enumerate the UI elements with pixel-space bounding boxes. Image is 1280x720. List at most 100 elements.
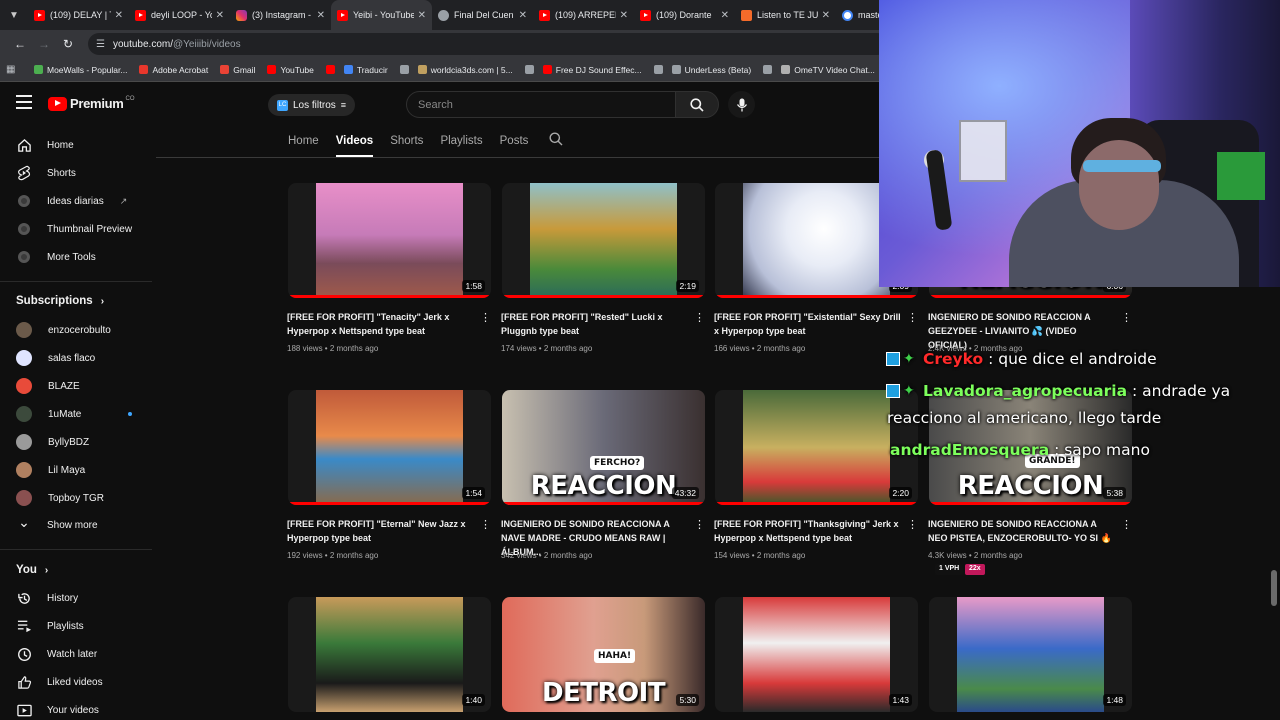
bookmark-item[interactable]: worldcia3ds.com | 5...	[417, 65, 513, 75]
search-input[interactable]: Search	[406, 91, 676, 118]
menu-icon[interactable]	[16, 95, 32, 111]
video-thumbnail[interactable]: 1:40	[288, 597, 491, 712]
bookmark-item[interactable]: UnderLess (Beta)	[671, 65, 751, 75]
back-icon[interactable]: ←	[8, 32, 32, 56]
close-tab-icon[interactable]: ✕	[115, 10, 123, 21]
tab-videos[interactable]: Videos	[335, 125, 373, 157]
video-thumbnail[interactable]: HAHA! DETROIT 5:30	[502, 597, 705, 712]
more-actions-icon[interactable]: ⋮	[480, 518, 491, 531]
subscription-item[interactable]: salas flaco	[0, 344, 156, 372]
show-more-button[interactable]: ⌄ Show more	[0, 511, 156, 539]
sidebar-item-watch-later[interactable]: Watch later	[0, 640, 156, 668]
youtube-premium-logo[interactable]: Premium CO	[48, 96, 135, 111]
subscription-item[interactable]: Topboy TGR	[0, 484, 156, 512]
browser-tab[interactable]: Final Del Cuen ✕	[432, 0, 533, 30]
forward-icon[interactable]: →	[32, 32, 56, 56]
more-actions-icon[interactable]: ⋮	[694, 518, 705, 531]
close-tab-icon[interactable]: ✕	[216, 10, 224, 21]
close-tab-icon[interactable]: ✕	[317, 10, 325, 21]
video-thumbnail[interactable]: 2:19	[502, 183, 705, 298]
sidebar-item-label: Playlists	[47, 620, 84, 632]
tab-search-icon[interactable]: ▼	[0, 0, 28, 30]
sidebar-item-your-videos[interactable]: Your videos	[0, 696, 156, 720]
browser-tab[interactable]: (109) Dorante ✕	[634, 0, 735, 30]
bookmark-item[interactable]	[653, 65, 667, 74]
sidebar-item-ideas-diarias[interactable]: Ideas diarias ↗	[0, 187, 156, 215]
sidebar-item-liked-videos[interactable]: Liked videos	[0, 668, 156, 696]
more-actions-icon[interactable]: ⋮	[1121, 518, 1132, 531]
search-button[interactable]	[675, 91, 719, 118]
voice-search-button[interactable]	[728, 91, 755, 118]
video-thumbnail[interactable]: 2:20	[715, 390, 918, 505]
you-heading-label: You	[16, 564, 37, 576]
more-actions-icon[interactable]: ⋮	[1121, 311, 1132, 324]
reload-icon[interactable]: ↻	[56, 32, 80, 56]
sidebar-item-more-tools[interactable]: More Tools	[0, 243, 156, 271]
tab-posts[interactable]: Posts	[500, 125, 529, 157]
video-thumbnail[interactable]: 1:48	[929, 597, 1132, 712]
close-tab-icon[interactable]: ✕	[721, 10, 729, 21]
scrollbar-thumb[interactable]	[1271, 570, 1277, 606]
site-info-icon[interactable]: ☰	[96, 39, 105, 50]
bookmark-item[interactable]: Free DJ Sound Effec...	[542, 65, 642, 75]
tab-playlists[interactable]: Playlists	[440, 125, 482, 157]
scrollbar-track[interactable]	[1270, 286, 1278, 720]
url-input[interactable]: ☰ youtube.com/@Yeiiibi/videos	[88, 33, 888, 55]
sidebar-item-home[interactable]: Home	[0, 131, 156, 159]
browser-tab[interactable]: (109) DELAY | T ✕	[28, 0, 129, 30]
subscription-item[interactable]: BLAZE	[0, 372, 156, 400]
close-tab-icon[interactable]: ✕	[822, 10, 830, 21]
subscription-label: Lil Maya	[48, 464, 86, 476]
sidebar-item-thumbnail-preview[interactable]: Thumbnail Preview	[0, 215, 156, 243]
bookmark-item[interactable]: Adobe Acrobat	[139, 65, 208, 75]
bookmark-item[interactable]: Gmail	[220, 65, 255, 75]
browser-tab-title: (109) Dorante	[656, 10, 712, 20]
sidebar-item-shorts[interactable]: Shorts	[0, 159, 156, 187]
browser-tab[interactable]: (109) ARREPEN ✕	[533, 0, 634, 30]
more-actions-icon[interactable]: ⋮	[907, 311, 918, 324]
video-title[interactable]: INGENIERO DE SONIDO REACCIONA A NEO PIST…	[928, 517, 1118, 545]
subscription-item[interactable]: ByllyBDZ	[0, 428, 156, 456]
bookmark-item[interactable]: Traducir	[343, 65, 388, 75]
filters-chip[interactable]: LC Los filtros ≡	[268, 94, 356, 116]
video-title[interactable]: [FREE FOR PROFIT] "Existential" Sexy Dri…	[714, 310, 904, 338]
more-actions-icon[interactable]: ⋮	[907, 518, 918, 531]
you-heading[interactable]: You ›	[16, 564, 48, 576]
bookmark-item[interactable]	[524, 65, 538, 74]
subscription-item[interactable]: enzocerobulto	[0, 316, 156, 344]
subscription-item[interactable]: Lil Maya	[0, 456, 156, 484]
browser-tab[interactable]: (3) Instagram - ✕	[230, 0, 331, 30]
video-title[interactable]: [FREE FOR PROFIT] "Eternal" New Jazz x H…	[287, 517, 477, 545]
video-thumbnail[interactable]: FERCHO? REACCION 43:32	[502, 390, 705, 505]
subscription-item[interactable]: 1uMate	[0, 400, 156, 428]
video-title[interactable]: [FREE FOR PROFIT] "Tenacity" Jerk x Hype…	[287, 310, 477, 338]
video-thumbnail[interactable]: 1:58	[288, 183, 491, 298]
video-title[interactable]: [FREE FOR PROFIT] "Rested" Lucki x Plugg…	[501, 310, 691, 338]
bookmark-item[interactable]: MoeWalls - Popular...	[34, 65, 127, 75]
sidebar-item-playlists[interactable]: Playlists	[0, 612, 156, 640]
browser-tab[interactable]: Yeibi - YouTube ✕	[331, 0, 432, 30]
video-title[interactable]: [FREE FOR PROFIT] "Thanksgiving" Jerk x …	[714, 517, 904, 545]
sidebar-item-history[interactable]: History	[0, 584, 156, 612]
bookmark-item[interactable]	[399, 65, 413, 74]
close-tab-icon[interactable]: ✕	[519, 10, 527, 21]
bookmark-item[interactable]	[763, 65, 776, 74]
watch-progress-bar	[288, 502, 491, 505]
channel-search-icon[interactable]	[549, 132, 563, 151]
browser-tab[interactable]: deyli LOOP - Yo ✕	[129, 0, 230, 30]
tab-shorts[interactable]: Shorts	[390, 125, 423, 157]
stats-badge: 1 VPH	[935, 564, 964, 575]
bookmark-item[interactable]: YouTube	[267, 65, 314, 75]
tab-home[interactable]: Home	[288, 125, 319, 157]
subscriptions-heading[interactable]: Subscriptions ›	[16, 295, 104, 307]
video-thumbnail[interactable]: 1:54	[288, 390, 491, 505]
bookmark-item[interactable]	[325, 65, 339, 74]
more-actions-icon[interactable]: ⋮	[480, 311, 491, 324]
close-tab-icon[interactable]: ✕	[418, 10, 426, 21]
more-actions-icon[interactable]: ⋮	[694, 311, 705, 324]
browser-tab[interactable]: Listen to TE JU ✕	[735, 0, 836, 30]
close-tab-icon[interactable]: ✕	[620, 10, 628, 21]
bookmark-item[interactable]: OmeTV Video Chat...	[781, 65, 875, 75]
apps-grid-icon[interactable]: ▦	[6, 64, 24, 75]
video-thumbnail[interactable]: 1:43	[715, 597, 918, 712]
